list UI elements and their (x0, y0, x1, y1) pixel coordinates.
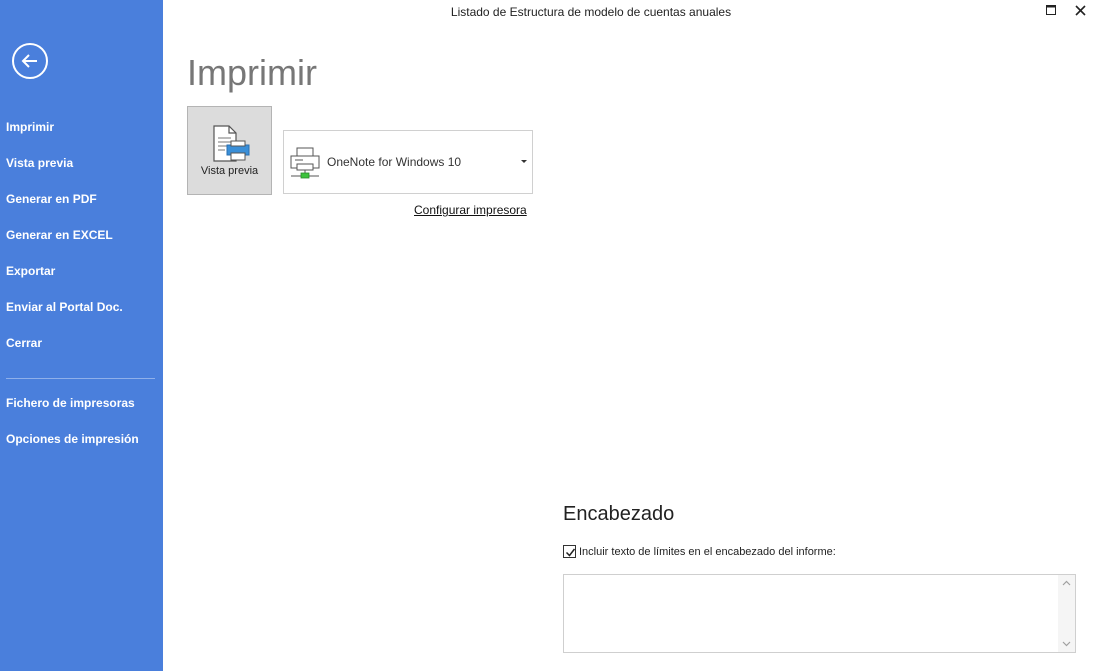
printer-name: OneNote for Windows 10 (327, 155, 462, 169)
close-button[interactable] (1069, 1, 1091, 19)
page-title: Imprimir (187, 52, 317, 93)
arrow-left-icon (21, 54, 37, 68)
sidebar-item-enviar-portal[interactable]: Enviar al Portal Doc. (6, 300, 123, 314)
close-icon (1074, 4, 1086, 16)
sidebar: Imprimir Vista previa Generar en PDF Gen… (0, 0, 163, 671)
preview-button-label: Vista previa (200, 165, 259, 177)
sidebar-item-opciones-impresion[interactable]: Opciones de impresión (6, 432, 139, 446)
printer-icon (290, 147, 320, 179)
back-button[interactable] (12, 43, 48, 79)
maximize-button[interactable] (1040, 1, 1062, 19)
sidebar-divider (6, 378, 155, 379)
document-preview-icon (213, 125, 250, 162)
include-limits-checkbox[interactable] (563, 545, 576, 558)
printer-dropdown[interactable]: OneNote for Windows 10 (283, 130, 533, 194)
sidebar-item-imprimir[interactable]: Imprimir (6, 120, 54, 134)
window-title: Listado de Estructura de modelo de cuent… (450, 5, 732, 19)
scroll-up-icon[interactable] (1062, 579, 1071, 588)
checkmark-icon (565, 548, 576, 557)
sidebar-item-exportar[interactable]: Exportar (6, 264, 55, 278)
chevron-down-icon (521, 160, 527, 163)
sidebar-item-generar-excel[interactable]: Generar en EXCEL (6, 228, 113, 242)
sidebar-item-fichero-impresoras[interactable]: Fichero de impresoras (6, 396, 135, 410)
header-section-title: Encabezado (563, 503, 675, 525)
sidebar-item-generar-pdf[interactable]: Generar en PDF (6, 192, 97, 206)
header-text-box (563, 574, 1076, 653)
print-screen: Imprimir Vista previa Generar en PDF Gen… (0, 0, 1093, 671)
header-text-input[interactable] (564, 575, 1058, 652)
header-text-scrollbar[interactable] (1058, 575, 1075, 652)
preview-button[interactable]: Vista previa (187, 106, 272, 195)
include-limits-checkbox-row[interactable]: Incluir texto de límites en el encabezad… (563, 545, 836, 558)
include-limits-checkbox-label: Incluir texto de límites en el encabezad… (579, 545, 836, 558)
maximize-icon (1046, 5, 1056, 15)
sidebar-item-vista-previa[interactable]: Vista previa (6, 156, 73, 170)
sidebar-item-cerrar[interactable]: Cerrar (6, 336, 42, 350)
configure-printer-link[interactable]: Configurar impresora (414, 203, 527, 217)
scroll-down-icon[interactable] (1062, 639, 1071, 648)
